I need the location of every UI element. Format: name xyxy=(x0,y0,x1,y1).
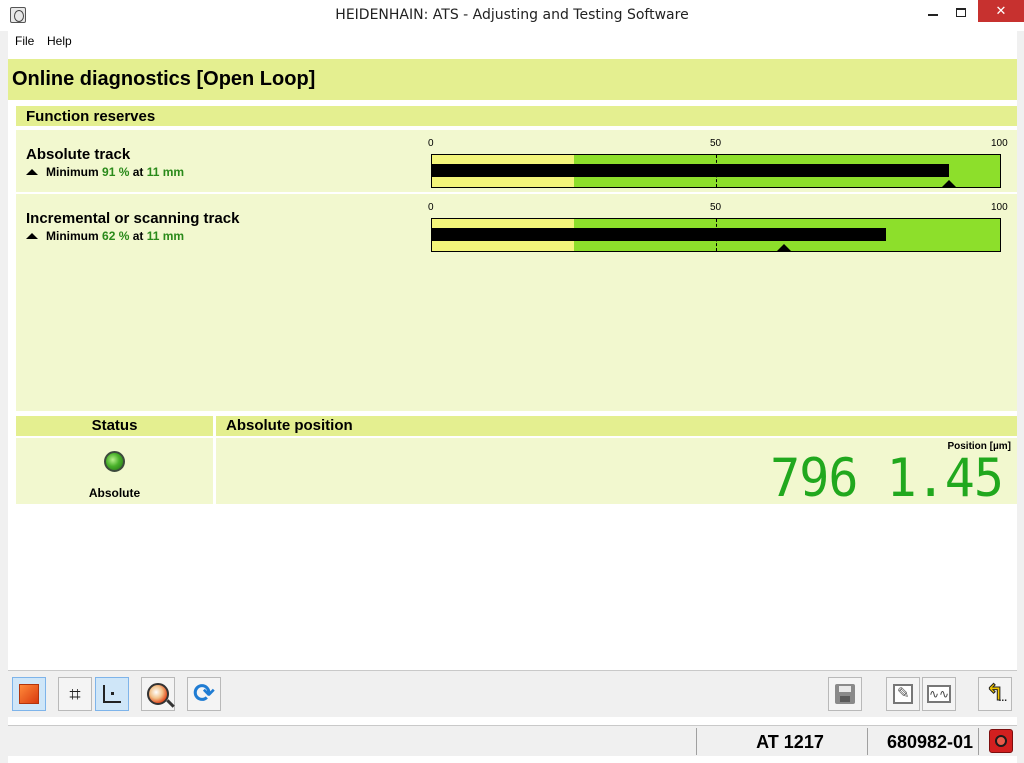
stop-icon xyxy=(19,684,39,704)
status-panel: Absolute xyxy=(16,438,213,504)
window-title: HEIDENHAIN: ATS - Adjusting and Testing … xyxy=(335,7,689,23)
track-row-incremental: Incremental or scanning track Minimum 62… xyxy=(16,194,1017,256)
position-value: 796 1.45 xyxy=(770,447,1004,509)
function-reserve-bar xyxy=(431,218,1001,252)
menu-help[interactable]: Help xyxy=(47,34,72,48)
connection-status-icon[interactable] xyxy=(989,729,1013,753)
track-minimum: Minimum 91 % at 11 mm xyxy=(26,165,184,179)
current-reserve-bar xyxy=(432,228,887,241)
grid-button[interactable]: ⌗ xyxy=(58,677,92,711)
minimum-percent: 62 % xyxy=(102,229,130,243)
minimum-prefix: Minimum xyxy=(46,229,99,243)
minimum-percent: 91 % xyxy=(102,165,130,179)
absolute-position-header: Absolute position xyxy=(216,416,1017,436)
minimum-marker-icon xyxy=(26,233,38,239)
title-bar: HEIDENHAIN: ATS - Adjusting and Testing … xyxy=(0,0,1024,31)
grid-icon: ⌗ xyxy=(69,682,81,706)
window-frame-right xyxy=(1017,31,1024,763)
menu-file[interactable]: File xyxy=(15,34,34,48)
edit-report-icon xyxy=(893,684,913,704)
page-title: Online diagnostics [Open Loop] xyxy=(12,68,316,90)
minimum-at: at xyxy=(132,229,144,243)
page-header: Online diagnostics [Open Loop] xyxy=(8,59,1017,100)
status-label: Absolute xyxy=(88,486,141,500)
status-bar: AT 1217 680982-01 xyxy=(8,725,1017,756)
status-led-icon xyxy=(104,451,125,472)
statusbar-separator xyxy=(867,728,868,755)
absolute-position-panel: Position [µm] 796 1.45 xyxy=(216,438,1017,509)
edit-report-button[interactable] xyxy=(886,677,920,711)
id-number: 680982-01 xyxy=(886,732,974,752)
stop-button[interactable] xyxy=(12,677,46,711)
magnifier-icon xyxy=(147,683,169,705)
scale-mid-label: 50 xyxy=(710,138,722,149)
scale-max-label: 100 xyxy=(991,138,1008,149)
window-frame-left xyxy=(0,31,8,763)
maximize-icon xyxy=(956,7,966,17)
toolbar: ⌗ ⟳ ∿∿ ↰... xyxy=(8,670,1017,717)
minimum-marker xyxy=(941,180,956,187)
minimum-prefix: Minimum xyxy=(46,165,99,179)
absolute-position-title: Absolute position xyxy=(226,417,353,434)
save-icon xyxy=(835,684,855,704)
signal-button[interactable]: ∿∿ xyxy=(922,677,956,711)
scale-max-label: 100 xyxy=(991,202,1008,213)
track-name: Absolute track xyxy=(26,146,131,163)
back-button[interactable]: ↰... xyxy=(978,677,1012,711)
scale-min-label: 0 xyxy=(428,138,434,149)
track-row-absolute: Absolute track Minimum 91 % at 11 mm 0 5… xyxy=(16,130,1017,192)
function-reserve-bar xyxy=(431,154,1001,188)
current-reserve-bar xyxy=(432,164,949,177)
axes-icon xyxy=(103,685,121,703)
track-name: Incremental or scanning track xyxy=(26,210,240,227)
device-name: AT 1217 xyxy=(756,732,824,752)
magnifier-button[interactable] xyxy=(141,677,175,711)
minimum-marker-icon xyxy=(26,169,38,175)
minimize-icon xyxy=(928,14,938,16)
minimize-button[interactable] xyxy=(918,0,948,24)
signal-icon: ∿∿ xyxy=(927,685,951,703)
save-button[interactable] xyxy=(828,677,862,711)
scale-mid-label: 50 xyxy=(710,202,722,213)
scale-min-label: 0 xyxy=(428,202,434,213)
status-title: Status xyxy=(91,417,138,434)
minimum-at: at xyxy=(132,165,144,179)
close-icon: ✕ xyxy=(995,3,1007,19)
function-reserves-panel: Absolute track Minimum 91 % at 11 mm 0 5… xyxy=(16,130,1017,411)
maximize-button[interactable] xyxy=(946,0,976,24)
refresh-button[interactable]: ⟳ xyxy=(187,677,221,711)
minimum-marker xyxy=(777,244,792,251)
connection-indicator xyxy=(995,735,1007,747)
function-reserves-header: Function reserves xyxy=(16,106,1017,126)
minimum-position: 11 mm xyxy=(146,165,185,179)
statusbar-separator xyxy=(696,728,697,755)
track-minimum: Minimum 62 % at 11 mm xyxy=(26,229,184,243)
status-header: Status xyxy=(16,416,213,436)
axes-button[interactable] xyxy=(95,677,129,711)
back-suffix: ... xyxy=(998,693,1007,704)
statusbar-separator xyxy=(978,728,979,755)
minimum-position: 11 mm xyxy=(146,229,185,243)
function-reserves-title: Function reserves xyxy=(26,108,156,125)
menu-bar: File Help xyxy=(8,31,1017,52)
close-button[interactable]: ✕ xyxy=(978,0,1024,22)
refresh-icon: ⟳ xyxy=(193,679,215,709)
